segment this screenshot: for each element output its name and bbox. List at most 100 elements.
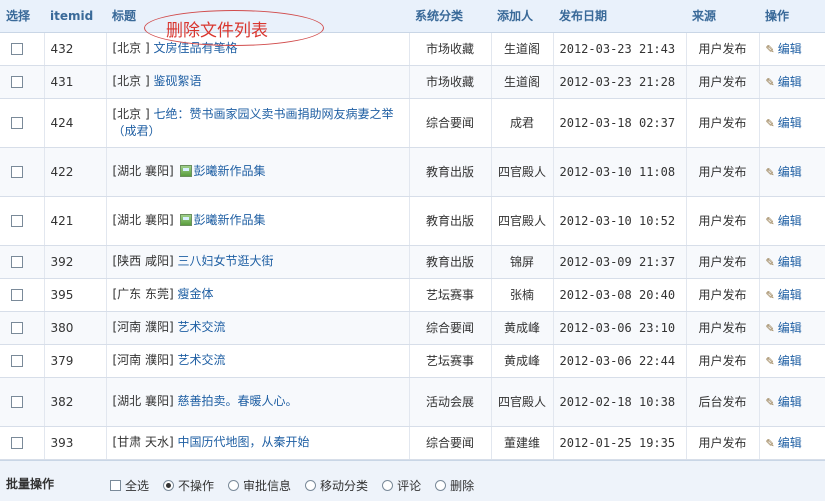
category-cell: 教育出版 [409,147,492,197]
source-cell: 用户发布 [686,32,760,66]
batch-option-radio[interactable]: 不操作 [163,477,214,494]
batch-option-label: 评论 [397,479,422,493]
row-checkbox[interactable] [11,396,23,408]
itemid-cell: 395 [44,278,107,312]
title-link[interactable]: 艺术交流 [178,353,226,367]
table-row: 392 [陕西 咸阳] 三八妇女节逛大街 教育出版 锦屏 2012-03-09 21:3… [0,245,825,279]
pencil-icon: ✎ [765,43,775,56]
title-link[interactable]: 文房佳品有笔格 [154,41,238,55]
pencil-icon: ✎ [765,396,775,409]
date-cell: 2012-03-08 20:40 [553,278,687,312]
region-label: [北京 ] [112,74,154,88]
title-link[interactable]: 彭曦新作品集 [194,213,266,227]
title-link[interactable]: 七绝：赞书画家园义卖书画捐助网友病妻之举（成君） [113,107,394,138]
col-added-by: 添加人 [491,0,553,33]
added-by-cell: 四官殿人 [491,377,554,427]
table-row: 422 [湖北 襄阳] 彭曦新作品集 教育出版 四官殿人 2012-03-10 11:0… [0,147,825,197]
batch-option-label: 移动分类 [320,479,369,493]
radio-icon[interactable] [228,480,240,491]
edit-link[interactable]: 编辑 [778,321,802,335]
batch-option-radio[interactable]: 审批信息 [228,477,291,494]
batch-action-bar: 批量操作 全选 不操作 审批信息 移动分类 评论 删除 [0,460,825,501]
row-checkbox[interactable] [11,289,23,301]
radio-icon[interactable] [382,480,394,491]
region-label: [陕西 咸阳] [112,254,178,268]
select-all-checkbox[interactable]: 全选 [110,477,149,494]
date-cell: 2012-02-18 10:38 [553,377,687,427]
title-cell: [湖北 襄阳] 彭曦新作品集 [106,196,410,246]
added-by-cell: 黄成峰 [491,344,554,378]
added-by-cell: 生道阁 [491,32,554,66]
title-link[interactable]: 三八妇女节逛大街 [178,254,274,268]
col-date: 发布日期 [553,0,686,33]
edit-link[interactable]: 编辑 [778,354,802,368]
category-cell: 综合要闻 [409,426,492,460]
edit-link[interactable]: 编辑 [778,288,802,302]
added-by-cell: 张楠 [491,278,554,312]
radio-icon[interactable] [305,480,317,491]
row-checkbox[interactable] [11,256,23,268]
batch-option-radio[interactable]: 评论 [382,477,421,494]
date-cell: 2012-03-10 10:52 [553,196,687,246]
date-cell: 2012-03-23 21:28 [553,65,687,99]
radio-icon[interactable] [163,480,175,491]
source-cell: 用户发布 [686,196,760,246]
title-cell: [湖北 襄阳] 彭曦新作品集 [106,147,410,197]
row-checkbox[interactable] [11,355,23,367]
pencil-icon: ✎ [765,166,775,179]
edit-link[interactable]: 编辑 [778,214,802,228]
edit-link[interactable]: 编辑 [778,436,802,450]
title-link[interactable]: 中国历代地图，从秦开始 [178,435,310,449]
checkbox-icon[interactable] [110,480,121,491]
added-by-cell: 黄成峰 [491,311,554,345]
image-icon [179,165,192,177]
row-checkbox[interactable] [11,117,23,129]
row-checkbox[interactable] [11,215,23,227]
edit-link[interactable]: 编辑 [778,255,802,269]
table-row: 431 [北京 ] 鉴砚絮语 市场收藏 生道阁 2012-03-23 21:28 用户发布… [0,65,825,99]
title-cell: [河南 濮阳] 艺术交流 [106,344,410,378]
operation-cell: ✎ 编辑 [759,344,825,378]
table-row: 379 [河南 濮阳] 艺术交流 艺坛赛事 黄成峰 2012-03-06 22:44 用户… [0,344,825,378]
table-row: 432 [北京 ] 文房佳品有笔格 市场收藏 生道阁 2012-03-23 21:43 用… [0,32,825,66]
category-cell: 市场收藏 [409,32,492,66]
title-link[interactable]: 鉴砚絮语 [154,74,202,88]
source-cell: 用户发布 [686,311,760,345]
edit-link[interactable]: 编辑 [778,75,802,89]
row-checkbox[interactable] [11,322,23,334]
added-by-cell: 四官殿人 [491,147,554,197]
edit-link[interactable]: 编辑 [778,165,802,179]
article-list-table: 选择 itemid 标题 系统分类 添加人 发布日期 来源 操作 432 [北京 … [0,0,825,460]
col-title: 标题 [106,0,409,33]
region-label: [河南 濮阳] [112,353,178,367]
operation-cell: ✎ 编辑 [759,98,825,148]
itemid-cell: 432 [44,32,107,66]
table-row: 393 [甘肃 天水] 中国历代地图，从秦开始 综合要闻 董建维 2012-01-25 … [0,426,825,460]
title-link[interactable]: 瘦金体 [178,287,214,301]
row-checkbox[interactable] [11,43,23,55]
select-cell [0,65,45,99]
batch-option-radio[interactable]: 移动分类 [305,477,368,494]
region-label: [湖北 襄阳] [112,164,178,178]
edit-link[interactable]: 编辑 [778,42,802,56]
region-label: [北京 ] [112,41,154,55]
title-link[interactable]: 慈善拍卖。春暖人心。 [178,394,298,408]
col-itemid: itemid [44,0,106,33]
category-cell: 艺坛赛事 [409,278,492,312]
row-checkbox[interactable] [11,437,23,449]
row-checkbox[interactable] [11,166,23,178]
date-cell: 2012-03-10 11:08 [553,147,687,197]
batch-option-radio[interactable]: 删除 [435,477,474,494]
title-link[interactable]: 艺术交流 [178,320,226,334]
table-row: 421 [湖北 襄阳] 彭曦新作品集 教育出版 四官殿人 2012-03-10 10:5… [0,196,825,246]
edit-link[interactable]: 编辑 [778,116,802,130]
title-link[interactable]: 彭曦新作品集 [194,164,266,178]
itemid-cell: 431 [44,65,107,99]
operation-cell: ✎ 编辑 [759,147,825,197]
radio-icon[interactable] [435,480,447,491]
row-checkbox[interactable] [11,76,23,88]
edit-link[interactable]: 编辑 [778,395,802,409]
source-cell: 后台发布 [686,377,760,427]
category-cell: 艺坛赛事 [409,344,492,378]
batch-option-label: 不操作 [178,479,215,493]
